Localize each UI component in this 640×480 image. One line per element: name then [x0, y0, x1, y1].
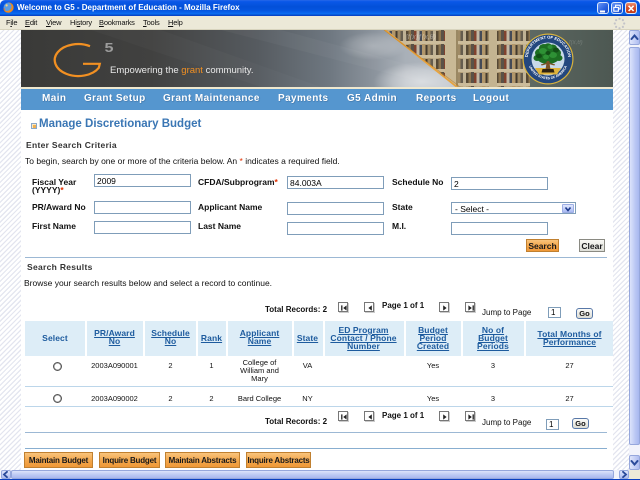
svg-text:Empowering the grant community: Empowering the grant community.	[110, 65, 253, 76]
svg-text:f(x,θ): f(x,θ)	[569, 40, 583, 46]
svg-text:∫f(x)ƒ(x,θ): ∫f(x)ƒ(x,θ)	[405, 34, 436, 41]
svg-text:5: 5	[105, 40, 114, 55]
